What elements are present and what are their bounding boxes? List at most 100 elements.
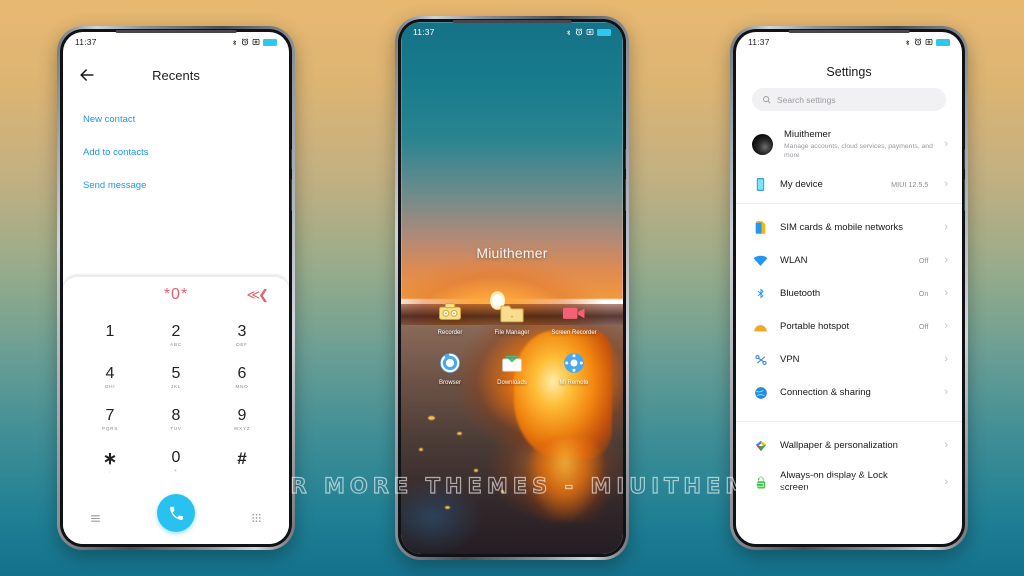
row-label: SIM cards & mobile networks <box>780 221 904 233</box>
link-add-to-contacts[interactable]: Add to contacts <box>83 137 269 170</box>
dialed-number: *0* <box>163 286 189 303</box>
row-text: Always-on display & Lock screen <box>780 470 917 494</box>
app-label: Browser <box>438 380 461 387</box>
row-label: My device <box>780 178 823 190</box>
settings-row-wallpaper[interactable]: Wallpaper & personalization › <box>736 429 962 462</box>
backspace-button[interactable]: ≪❮ <box>246 287 268 303</box>
key-digit: # <box>237 448 247 468</box>
key-digit: 4 <box>105 365 115 383</box>
key-digit: 7 <box>105 407 115 425</box>
app-label: Recorder <box>437 329 463 336</box>
app-file-manager[interactable]: File Manager <box>481 299 543 338</box>
vpn-glyph <box>754 354 767 365</box>
wallpaper-speck <box>456 431 462 435</box>
phone-device-glyph <box>756 178 765 192</box>
row-text: Bluetooth <box>780 288 908 300</box>
dial-key-5[interactable]: 5 JKL <box>143 357 209 399</box>
earpiece-grille <box>115 30 237 33</box>
dial-key-8[interactable]: 8 TUV <box>143 399 209 441</box>
screenshot-icon <box>252 38 260 46</box>
dial-key-1[interactable]: 1 <box>77 315 143 357</box>
status-bar: 11:37 <box>736 32 962 52</box>
status-icons <box>565 28 611 37</box>
row-value: MIUI 12.5.5 <box>891 180 929 190</box>
chevron-right-icon: › <box>944 254 948 267</box>
call-button[interactable] <box>157 494 195 532</box>
chevron-right-icon: › <box>944 353 948 366</box>
app-downloads[interactable]: Downloads <box>481 349 543 388</box>
side-button[interactable] <box>964 149 965 169</box>
settings-row-hotspot[interactable]: Portable hotspot Off › <box>736 310 962 343</box>
search-container: Search settings <box>736 88 962 121</box>
side-button[interactable] <box>625 149 626 169</box>
bluetooth-icon <box>232 39 237 45</box>
dial-key-hash[interactable]: # <box>209 441 275 483</box>
back-arrow-icon[interactable] <box>77 65 97 85</box>
dial-key-9[interactable]: 9 WXYZ <box>209 399 275 441</box>
status-clock: 11:37 <box>413 27 435 37</box>
row-label: Always-on display & Lock screen <box>780 470 888 494</box>
settings-row-bluetooth[interactable]: Bluetooth On › <box>736 277 962 310</box>
screenshot-icon <box>586 28 594 36</box>
app-screen-recorder[interactable]: Screen Recorder <box>543 299 605 338</box>
volume-button[interactable] <box>625 179 626 211</box>
status-clock: 11:37 <box>748 37 770 47</box>
hamburger-menu-icon[interactable] <box>89 512 102 525</box>
sim-card-icon <box>752 219 769 236</box>
volume-button[interactable] <box>964 179 965 211</box>
row-text: Portable hotspot <box>780 321 908 333</box>
dial-key-0[interactable]: 0 + <box>143 441 209 483</box>
remote-control-icon <box>564 353 584 374</box>
browser-icon <box>440 353 460 374</box>
recorder-icon <box>439 302 461 320</box>
dial-key-2[interactable]: 2 ABC <box>143 315 209 357</box>
key-letters: MNO <box>235 383 249 389</box>
settings-row-my-device[interactable]: My device MIUI 12.5.5 › <box>736 168 962 201</box>
dial-key-6[interactable]: 6 MNO <box>209 357 275 399</box>
app-label: File Manager <box>494 329 530 336</box>
app-recorder[interactable]: Recorder <box>419 299 481 338</box>
link-send-message[interactable]: Send message <box>83 170 269 203</box>
key-digit: 1 <box>105 323 115 341</box>
key-digit: 5 <box>171 365 181 383</box>
search-icon <box>763 96 771 104</box>
settings-row-account[interactable]: Miuithemer Manage accounts, cloud servic… <box>736 121 962 168</box>
contact-actions-list: New contact Add to contacts Send message <box>63 98 289 203</box>
side-button[interactable] <box>291 149 292 169</box>
row-text: Connection & sharing <box>780 387 917 399</box>
dial-key-4[interactable]: 4 GHI <box>77 357 143 399</box>
lock-icon <box>752 474 769 491</box>
chevron-right-icon: › <box>944 386 948 399</box>
app-mi-remote[interactable]: Mi Remote <box>543 349 605 388</box>
key-letters: + <box>174 467 178 473</box>
link-new-contact[interactable]: New contact <box>83 104 269 137</box>
vpn-icon <box>752 351 769 368</box>
sim-card-glyph <box>755 221 766 235</box>
settings-row-sim-cards[interactable]: SIM cards & mobile networks › <box>736 211 962 244</box>
dial-key-star[interactable]: ∗, <box>77 441 143 483</box>
earpiece-grille <box>788 30 910 33</box>
settings-row-aod-lockscreen[interactable]: Always-on display & Lock screen › <box>736 462 962 502</box>
search-input[interactable]: Search settings <box>752 88 946 111</box>
row-label: Portable hotspot <box>780 320 850 332</box>
key-letters: , <box>108 468 111 474</box>
key-letters: JKL <box>170 383 182 389</box>
app-browser[interactable]: Browser <box>419 349 481 388</box>
dial-key-3[interactable]: 3 DEF <box>209 315 275 357</box>
status-bar: 11:37 <box>63 32 289 52</box>
phone-bezel: 11:37 Recents New contact Add to contact… <box>60 29 292 547</box>
dial-key-7[interactable]: 7 PQRS <box>77 399 143 441</box>
settings-row-connection-sharing[interactable]: Connection & sharing › <box>736 376 962 409</box>
phone1-screen: 11:37 Recents New contact Add to contact… <box>63 32 289 544</box>
volume-button[interactable] <box>291 179 292 211</box>
keypad-grid-icon[interactable] <box>250 512 263 525</box>
key-digit: 3 <box>237 323 247 341</box>
row-text: My device <box>780 179 880 191</box>
bluetooth-icon <box>566 29 571 35</box>
battery-icon <box>936 38 950 46</box>
dialed-number-row: *0* ≪❮ <box>63 277 289 313</box>
settings-row-wlan[interactable]: WLAN Off › <box>736 244 962 277</box>
battery-icon <box>597 28 611 36</box>
settings-row-vpn[interactable]: VPN › <box>736 343 962 376</box>
search-placeholder: Search settings <box>777 94 836 105</box>
